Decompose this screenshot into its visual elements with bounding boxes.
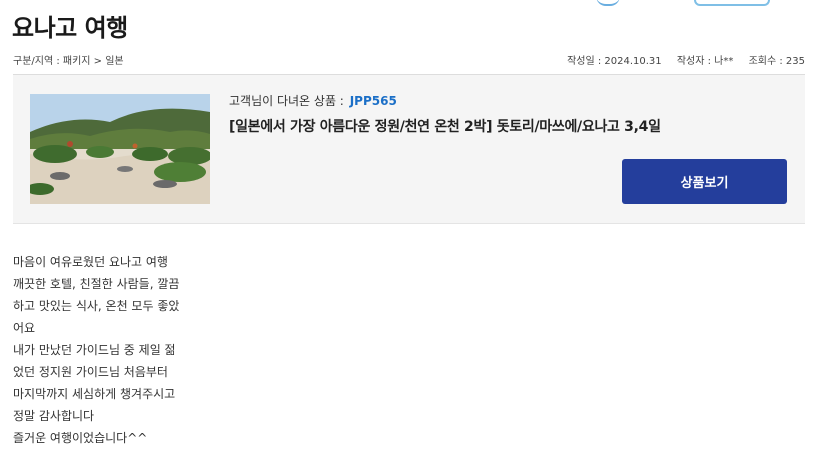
review-line: 어요 [13, 321, 36, 335]
product-name[interactable]: [일본에서 가장 아름다운 정원/천연 온천 2박] 돗토리/마쓰에/요나고 3… [229, 116, 661, 136]
customer-label-text: 고객님이 다녀온 상품 : [229, 94, 344, 108]
header-button-edge [694, 0, 770, 6]
post-date: 작성일 : 2024.10.31 [567, 56, 662, 67]
post-meta: 구분/지역 : 패키지 > 일본 작성일 : 2024.10.31 작성자 : … [13, 52, 805, 67]
meta-left: 구분/지역 : 패키지 > 일본 [13, 52, 124, 67]
customer-product-label: 고객님이 다녀온 상품 : JPP565 [229, 92, 397, 109]
view-count: 조회수 : 235 [748, 56, 805, 67]
product-thumbnail-image[interactable] [30, 94, 210, 204]
review-line: 마음이 여유로웠던 요나고 여행 [13, 255, 168, 269]
view-product-button[interactable]: 상품보기 [622, 159, 787, 204]
page-title: 요나고 여행 [12, 14, 128, 42]
review-line: 마지막까지 세심하게 챙겨주시고 [13, 387, 176, 401]
product-card: 고객님이 다녀온 상품 : JPP565 [일본에서 가장 아름다운 정원/천연… [13, 75, 805, 224]
review-body: 마음이 여유로웠던 요나고 여행 깨끗한 호텔, 친절한 사람들, 깔끔 하고 … [13, 251, 198, 449]
review-line: 었던 정지원 가이드님 처음부터 [13, 365, 168, 379]
category-breadcrumb: 구분/지역 : 패키지 > 일본 [13, 56, 124, 67]
meta-right: 작성일 : 2024.10.31 작성자 : 나** 조회수 : 235 [555, 52, 805, 67]
review-line: 하고 맛있는 식사, 온천 모두 좋았 [13, 299, 180, 313]
post-author: 작성자 : 나** [676, 56, 734, 67]
review-line: 정말 감사합니다 [13, 409, 95, 423]
top-decoration [0, 0, 823, 6]
product-code[interactable]: JPP565 [350, 94, 397, 108]
review-line: 내가 만났던 가이드님 중 제일 젊 [13, 343, 176, 357]
review-line: 깨끗한 호텔, 친절한 사람들, 깔끔 [13, 277, 180, 291]
review-line: 즐거운 여행이었습니다^^ [13, 431, 148, 445]
decorative-arc [596, 0, 620, 6]
